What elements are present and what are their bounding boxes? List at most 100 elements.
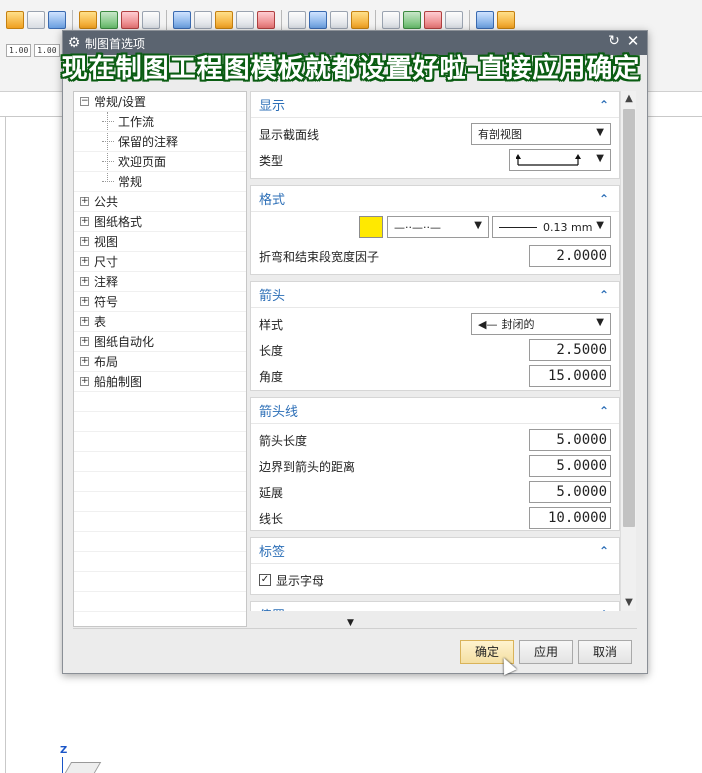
expand-icon[interactable]: + (80, 357, 89, 366)
tree-item[interactable]: + 图纸自动化 (74, 332, 246, 352)
tree-item[interactable]: + 船舶制图 (74, 372, 246, 392)
tree-item-label: 符号 (94, 295, 119, 309)
symbol-icon[interactable] (403, 11, 421, 29)
reset-icon[interactable]: ↻ (605, 33, 623, 49)
view-icon[interactable] (48, 11, 66, 29)
new-file-icon[interactable] (27, 11, 45, 29)
line-width-select[interactable]: 0.13 mm ▼ (492, 216, 611, 238)
tree-item[interactable]: + 图纸格式 (74, 212, 246, 232)
expand-icon[interactable]: + (80, 377, 89, 386)
tree-empty-row (74, 432, 246, 452)
settings-scrollbar[interactable]: ▲ ▼ (620, 91, 636, 611)
balloon-icon[interactable] (424, 11, 442, 29)
sheet-icon[interactable] (173, 11, 191, 29)
mark-icon[interactable] (257, 11, 275, 29)
chevron-up-icon[interactable]: ⌃ (599, 98, 609, 112)
tree-item[interactable]: 工作流 (74, 112, 246, 132)
dropdown-icon[interactable] (142, 11, 160, 29)
tree-item[interactable]: + 布局 (74, 352, 246, 372)
color-swatch[interactable] (359, 216, 383, 238)
section-icon[interactable] (330, 11, 348, 29)
chevron-up-icon[interactable]: ⌃ (599, 192, 609, 206)
tree-empty-row (74, 412, 246, 432)
note-icon[interactable] (215, 11, 233, 29)
z-axis-line (62, 757, 63, 773)
expand-icon[interactable]: + (80, 217, 89, 226)
chevron-up-icon[interactable]: ⌃ (599, 288, 609, 302)
tree-item[interactable]: + 视图 (74, 232, 246, 252)
tree-item-label: 公共 (94, 195, 119, 209)
select-value: 封闭的 (501, 318, 535, 331)
tree-empty-row (74, 552, 246, 572)
format-section-header[interactable]: 格式 ⌃ (251, 186, 619, 212)
expand-icon[interactable]: + (80, 257, 89, 266)
tree-item[interactable]: + 符号 (74, 292, 246, 312)
scroll-down-icon[interactable]: ▼ (621, 595, 637, 611)
show-letter-row[interactable]: ✓ 显示字母 (259, 568, 324, 592)
expand-icon[interactable]: + (80, 237, 89, 246)
text-icon[interactable] (445, 11, 463, 29)
fold-factor-input[interactable]: 2.0000 (529, 245, 611, 267)
line-style-select[interactable]: —··—··— ▼ (387, 216, 489, 238)
apply-button[interactable]: 应用 (519, 640, 573, 664)
chevron-up-icon[interactable]: ⌃ (599, 544, 609, 558)
type-label: 类型 (259, 153, 284, 168)
tree-item[interactable]: 常规 (74, 172, 246, 192)
scroll-up-icon[interactable]: ▲ (621, 91, 637, 107)
expand-icon[interactable]: + (80, 297, 89, 306)
arrow-style-select[interactable]: ◀— 封闭的 ▼ (471, 313, 611, 335)
arrow-length2-input[interactable]: 5.0000 (529, 429, 611, 451)
cancel-button[interactable]: 取消 (578, 640, 632, 664)
arrow-length-input[interactable]: 2.5000 (529, 339, 611, 361)
border-distance-input[interactable]: 5.0000 (529, 455, 611, 477)
tree-item[interactable]: + 注释 (74, 272, 246, 292)
measure-icon[interactable] (476, 11, 494, 29)
folder-icon[interactable] (79, 11, 97, 29)
tree-item[interactable]: + 表 (74, 312, 246, 332)
expand-more-icon[interactable]: ▼ (347, 618, 354, 628)
tree-item[interactable]: 保留的注释 (74, 132, 246, 152)
type-select[interactable]: ▼ (509, 149, 611, 171)
frame-icon[interactable] (288, 11, 306, 29)
grid-icon[interactable] (236, 11, 254, 29)
labels-section-header[interactable]: 标签 ⌃ (251, 538, 619, 564)
extension-input[interactable]: 5.0000 (529, 481, 611, 503)
offset-section-header[interactable]: 偏置 ⌃ (251, 602, 619, 612)
tree-connector (102, 121, 114, 122)
tree-item-label: 工作流 (118, 115, 155, 129)
section-line-type-icon (516, 154, 581, 166)
expand-icon[interactable]: + (80, 337, 89, 346)
tree-item[interactable]: − 常规/设置 (74, 92, 246, 112)
tree-item[interactable]: + 尺寸 (74, 252, 246, 272)
table-icon[interactable] (194, 11, 212, 29)
image-icon[interactable] (497, 11, 515, 29)
tool-icon[interactable] (100, 11, 118, 29)
show-letter-checkbox[interactable]: ✓ (259, 574, 271, 586)
section-line-select[interactable]: 有剖视图 ▼ (471, 123, 611, 145)
scrollbar-thumb[interactable] (623, 109, 635, 527)
expand-icon[interactable]: + (80, 317, 89, 326)
toolbar-separator (375, 10, 376, 30)
tree-item[interactable]: + 公共 (74, 192, 246, 212)
tree-item-label: 欢迎页面 (118, 155, 167, 169)
arrow-line-section-header[interactable]: 箭头线 ⌃ (251, 398, 619, 424)
arrow-section-header[interactable]: 箭头 ⌃ (251, 282, 619, 308)
display-section-header[interactable]: 显示 ⌃ (251, 92, 619, 118)
chevron-up-icon[interactable]: ⌃ (599, 608, 609, 612)
tree-item[interactable]: 欢迎页面 (74, 152, 246, 172)
select-value: —··—··— (394, 220, 441, 234)
shape-icon[interactable] (121, 11, 139, 29)
line-length-input[interactable]: 10.0000 (529, 507, 611, 529)
arrow-angle-input[interactable]: 15.0000 (529, 365, 611, 387)
border-distance-label: 边界到箭头的距离 (259, 459, 356, 474)
preferences-tree[interactable]: − 常规/设置 工作流 保留的注释 欢迎页面 常规 + 公共 + 图纸格式 + 视图 + 尺寸 + 注释 + 符号… (73, 91, 247, 627)
chevron-up-icon[interactable]: ⌃ (599, 404, 609, 418)
dimension-icon[interactable] (351, 11, 369, 29)
collapse-icon[interactable]: − (80, 97, 89, 106)
expand-icon[interactable]: + (80, 197, 89, 206)
expand-icon[interactable]: + (80, 277, 89, 286)
layer-icon[interactable] (309, 11, 327, 29)
tree-item-label: 常规 (118, 175, 143, 189)
star-icon[interactable] (6, 11, 24, 29)
hatch-icon[interactable] (382, 11, 400, 29)
